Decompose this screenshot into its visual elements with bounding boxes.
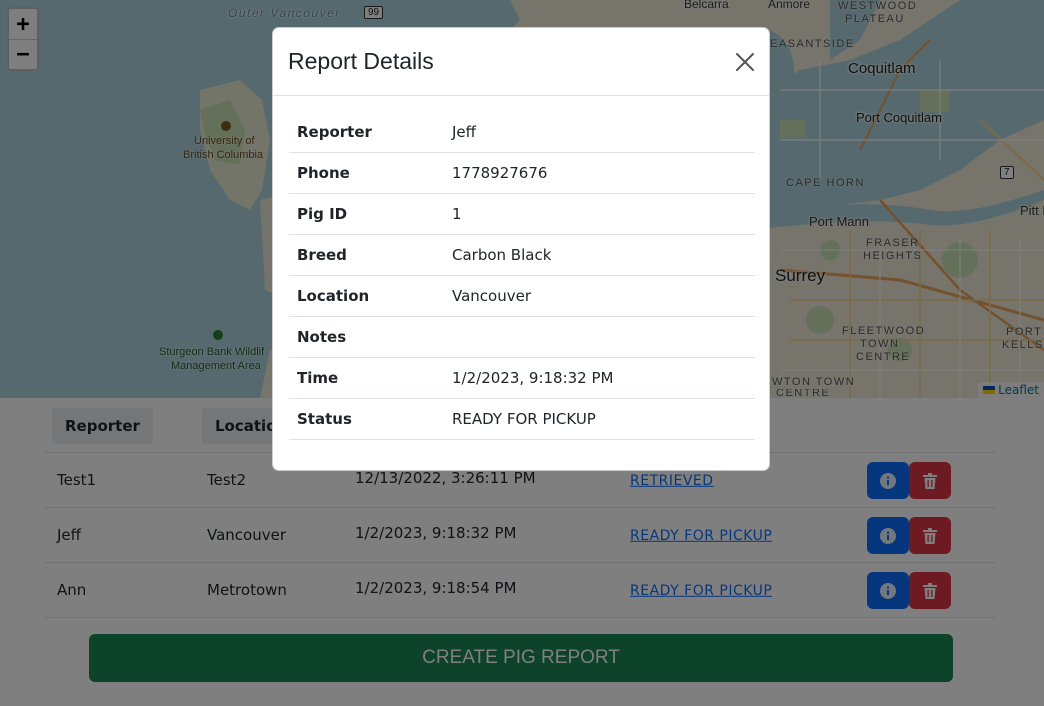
detail-value: Carbon Black [452, 246, 552, 264]
detail-row-status: Status READY FOR PICKUP [289, 399, 755, 440]
details-table: Reporter Jeff Phone 1778927676 Pig ID 1 … [289, 112, 755, 440]
detail-value: Vancouver [452, 287, 531, 305]
detail-row-notes: Notes [289, 317, 755, 358]
detail-value: Jeff [452, 123, 476, 141]
detail-row-breed: Breed Carbon Black [289, 235, 755, 276]
detail-label: Time [297, 369, 339, 387]
report-details-modal: Report Details Reporter Jeff Phone 17789… [272, 27, 770, 471]
modal-header: Report Details [273, 28, 769, 96]
modal-title: Report Details [288, 48, 434, 74]
detail-value: 1 [452, 205, 462, 223]
detail-row-reporter: Reporter Jeff [289, 112, 755, 153]
detail-label: Phone [297, 164, 350, 182]
detail-label: Status [297, 410, 352, 428]
close-button[interactable] [733, 50, 757, 74]
detail-label: Reporter [297, 123, 372, 141]
detail-label: Breed [297, 246, 347, 264]
close-icon [736, 53, 754, 71]
detail-value: 1778927676 [452, 164, 548, 182]
detail-row-pig-id: Pig ID 1 [289, 194, 755, 235]
detail-value: 1/2/2023, 9:18:32 PM [452, 369, 614, 387]
detail-row-location: Location Vancouver [289, 276, 755, 317]
detail-row-phone: Phone 1778927676 [289, 153, 755, 194]
detail-row-time: Time 1/2/2023, 9:18:32 PM [289, 358, 755, 399]
detail-label: Pig ID [297, 205, 348, 223]
detail-label: Notes [297, 328, 347, 346]
detail-value: READY FOR PICKUP [452, 410, 596, 428]
detail-label: Location [297, 287, 370, 305]
